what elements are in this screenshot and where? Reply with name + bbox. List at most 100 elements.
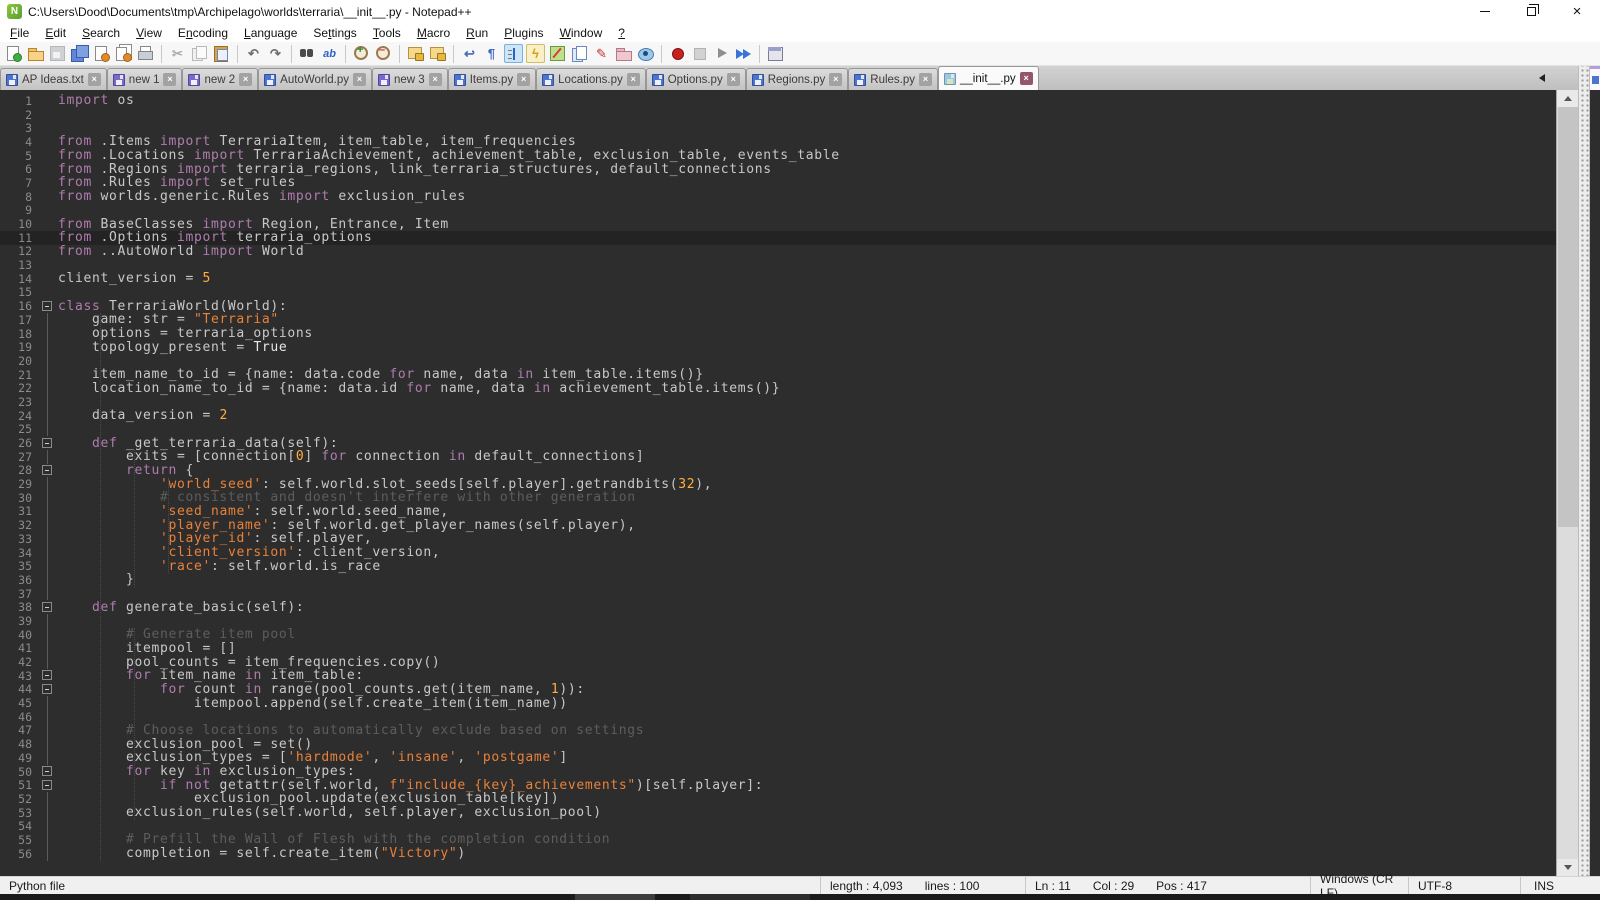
indent-guide-icon[interactable] (504, 44, 523, 63)
save-all-icon[interactable] (70, 44, 89, 63)
tab-init-py[interactable]: __init__.py× (938, 66, 1039, 90)
tab-close-button[interactable]: × (1020, 72, 1033, 85)
restore-button[interactable] (1508, 0, 1554, 23)
open-file-icon[interactable] (26, 44, 45, 63)
fold-collapse-icon[interactable] (42, 684, 52, 694)
find-icon[interactable] (298, 44, 317, 63)
tab-close-button[interactable]: × (163, 73, 176, 86)
undo-icon[interactable]: ↶ (244, 44, 263, 63)
zoom-out-icon[interactable] (374, 44, 393, 63)
tab-autoworld-py[interactable]: AutoWorld.py× (258, 68, 372, 90)
copy-icon[interactable] (190, 44, 209, 63)
menu-item-plugins[interactable]: Plugins (496, 24, 551, 42)
tab-new-1[interactable]: new 1× (107, 68, 183, 90)
fold-margin (38, 299, 58, 313)
cut-icon[interactable]: ✂ (168, 44, 187, 63)
run-macro-multiple-icon[interactable] (734, 44, 753, 63)
play-macro-icon[interactable] (712, 44, 731, 63)
fold-collapse-icon[interactable] (42, 438, 52, 448)
code-line-7: 7from .Rules import set_rules (0, 176, 1556, 190)
redo-icon[interactable]: ↷ (266, 44, 285, 63)
function-list-icon[interactable]: ϟ (526, 44, 545, 63)
save-file-icon[interactable] (48, 44, 67, 63)
doc-map-icon[interactable] (548, 44, 567, 63)
fold-collapse-icon[interactable] (42, 301, 52, 311)
fold-collapse-icon[interactable] (42, 602, 52, 612)
tab-close-button[interactable]: × (627, 73, 640, 86)
new-file-icon[interactable] (4, 44, 23, 63)
print-icon[interactable] (136, 44, 155, 63)
scrollbar-up-button[interactable] (1557, 90, 1579, 107)
secondary-view-tab[interactable] (1590, 66, 1600, 90)
tab-close-button[interactable]: × (429, 73, 442, 86)
menu-item-macro[interactable]: Macro (409, 24, 458, 42)
tab-close-button[interactable]: × (88, 73, 101, 86)
menu-item-view[interactable]: View (128, 24, 170, 42)
tab-rules-py[interactable]: Rules.py× (848, 68, 938, 90)
menu-item-search[interactable]: Search (74, 24, 128, 42)
menu-item-tools[interactable]: Tools (365, 24, 409, 42)
show-symbols-icon[interactable]: ¶ (482, 44, 501, 63)
zoom-in-icon[interactable] (352, 44, 371, 63)
word-wrap-icon[interactable]: ↩ (460, 44, 479, 63)
tab-scroll-left-icon[interactable] (1539, 74, 1545, 82)
close-all-icon[interactable] (114, 44, 133, 63)
window-title: C:\Users\Dood\Documents\tmp\Archipelago\… (28, 5, 472, 19)
menu-item-settings[interactable]: Settings (305, 24, 364, 42)
line-number: 27 (0, 450, 38, 464)
replace-icon[interactable]: ab (320, 44, 339, 63)
save-macro-icon[interactable] (766, 44, 785, 63)
menu-item-edit[interactable]: Edit (37, 24, 74, 42)
fold-margin (38, 423, 58, 437)
fold-guide-line (47, 505, 48, 519)
menu-item-language[interactable]: Language (236, 24, 305, 42)
status-lines: lines : 100 (925, 879, 980, 893)
paste-icon[interactable] (212, 44, 231, 63)
tab-new-2[interactable]: new 2× (182, 68, 258, 90)
tab-close-button[interactable]: × (829, 73, 842, 86)
tab-items-py[interactable]: Items.py× (448, 68, 536, 90)
tab-new-3[interactable]: new 3× (372, 68, 448, 90)
stop-macro-icon[interactable] (690, 44, 709, 63)
menu-item-window[interactable]: Window (552, 24, 611, 42)
tab-close-button[interactable]: × (517, 73, 530, 86)
line-number: 18 (0, 327, 38, 341)
fold-collapse-icon[interactable] (42, 670, 52, 680)
menu-item-help[interactable]: ? (610, 24, 633, 42)
project-folder-icon[interactable] (614, 44, 633, 63)
fold-guide-line (47, 368, 48, 382)
menu-item-run[interactable]: Run (458, 24, 496, 42)
view-splitter-grip[interactable] (1578, 66, 1590, 876)
fold-collapse-icon[interactable] (42, 780, 52, 790)
tab-close-button[interactable]: × (727, 73, 740, 86)
line-number: 7 (0, 176, 38, 190)
tab-regions-py[interactable]: Regions.py× (746, 68, 849, 90)
menu-item-file[interactable]: File (2, 24, 37, 42)
tab-close-button[interactable]: × (919, 73, 932, 86)
tab-close-button[interactable]: × (353, 73, 366, 86)
minimize-button[interactable] (1462, 0, 1508, 23)
edit-marker-icon[interactable]: ✎ (592, 44, 611, 63)
code-line-17: 17 game: str = "Terraria" (0, 313, 1556, 327)
line-number: 15 (0, 285, 38, 299)
record-macro-icon[interactable] (668, 44, 687, 63)
vertical-scrollbar[interactable] (1556, 90, 1578, 876)
fold-collapse-icon[interactable] (42, 465, 52, 475)
scrollbar-thumb[interactable] (1558, 107, 1578, 527)
close-button[interactable]: × (1554, 0, 1600, 23)
close-file-icon[interactable] (92, 44, 111, 63)
doc-list-icon[interactable] (570, 44, 589, 63)
tab-ap-ideas-txt[interactable]: AP Ideas.txt× (0, 68, 107, 90)
editor[interactable]: 1import os234from .Items import Terraria… (0, 90, 1556, 876)
sync-vertical-icon[interactable] (406, 44, 425, 63)
line-number: 9 (0, 203, 38, 217)
sync-horizontal-icon[interactable] (428, 44, 447, 63)
tab-close-button[interactable]: × (239, 73, 252, 86)
menu-item-encoding[interactable]: Encoding (170, 24, 236, 42)
code-line-23: 23 (0, 395, 1556, 409)
tab-options-py[interactable]: Options.py× (646, 68, 746, 90)
tab-locations-py[interactable]: Locations.py× (536, 68, 646, 90)
fold-collapse-icon[interactable] (42, 766, 52, 776)
scrollbar-down-button[interactable] (1557, 859, 1579, 876)
monitor-icon[interactable] (636, 44, 655, 63)
